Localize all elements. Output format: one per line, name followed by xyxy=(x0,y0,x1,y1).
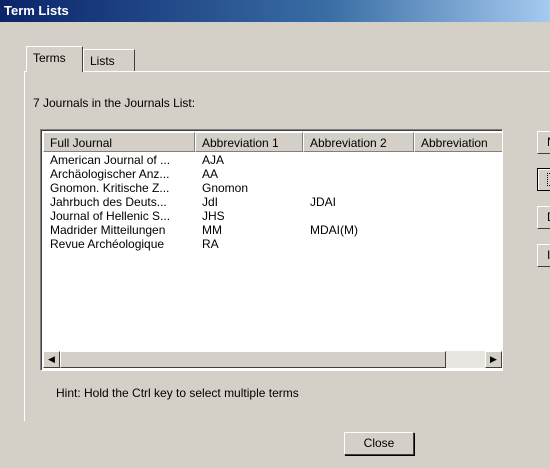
tab-lists-label: Lists xyxy=(90,54,115,68)
tab-terms[interactable]: Terms xyxy=(26,46,83,72)
window-title-bar[interactable]: Term Lists xyxy=(0,0,550,22)
close-button[interactable]: Close xyxy=(344,432,414,455)
tab-terms-label: Terms xyxy=(33,51,66,65)
window-title: Term Lists xyxy=(4,3,69,18)
tab-lists[interactable]: Lists xyxy=(83,49,135,71)
tab-panel-terms xyxy=(24,71,550,421)
close-button-label: Close xyxy=(363,436,395,450)
